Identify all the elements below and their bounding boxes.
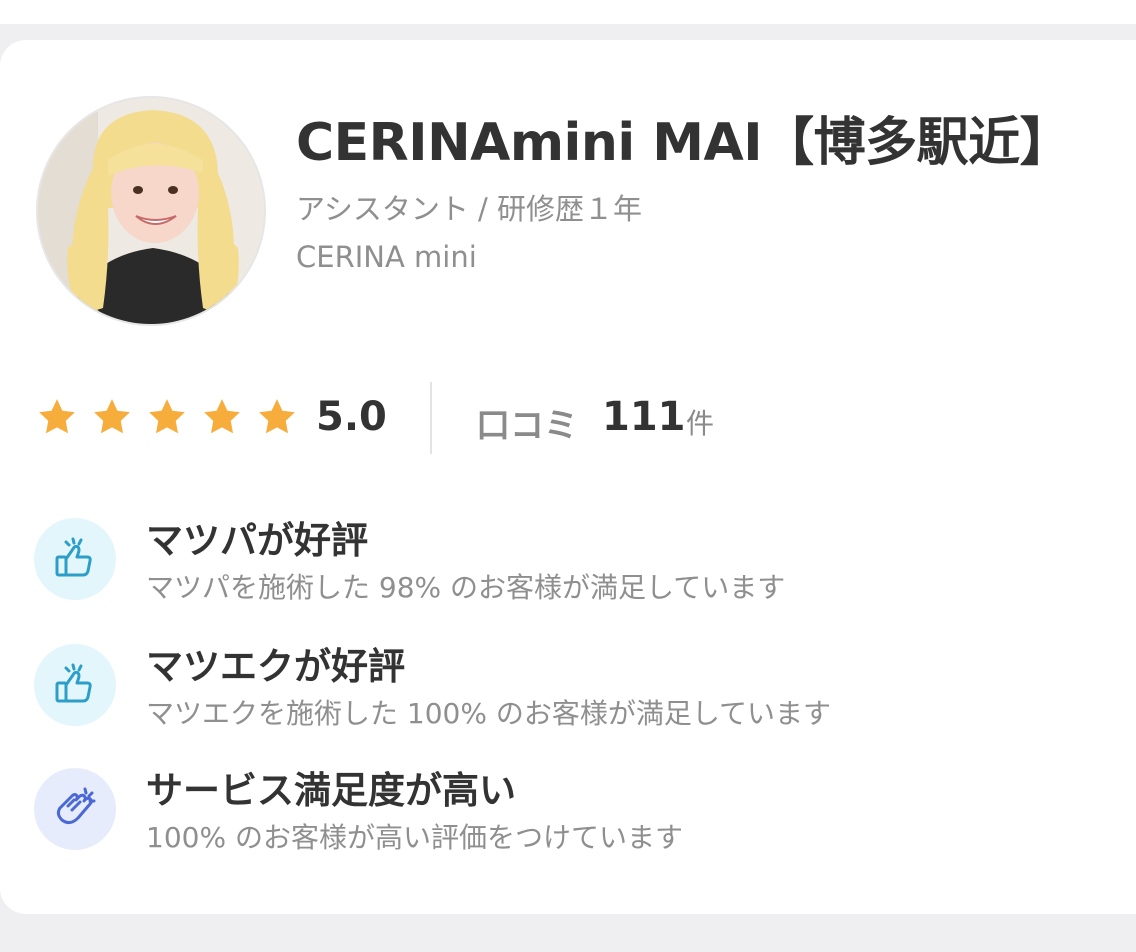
feature-description: マツパを施術した 98% のお客様が満足しています	[146, 571, 786, 604]
feature-description: 100% のお客様が高い評価をつけています	[146, 821, 683, 854]
staff-card[interactable]: CERINAmini MAI【博多駅近】 アシスタント / 研修歴１年 CERI…	[0, 40, 1136, 914]
rating-value: 5.0	[316, 394, 387, 440]
star-icon	[204, 399, 240, 434]
star-icon	[149, 399, 185, 434]
review-label[interactable]: 口コミ	[476, 398, 578, 447]
star-icon	[94, 399, 130, 434]
star-icon	[39, 399, 75, 434]
feature-description: マツエクを施術した 100% のお客様が満足しています	[146, 697, 832, 730]
avatar-photo	[38, 98, 264, 324]
feature-title: マツパが好評	[146, 519, 368, 562]
staff-avatar	[36, 96, 266, 326]
rating-stars	[36, 396, 298, 438]
clapping-hands-icon	[34, 768, 116, 850]
feature-title: サービス満足度が高い	[146, 769, 516, 812]
salon-name: CERINA mini	[296, 240, 477, 274]
staff-role: アシスタント / 研修歴１年	[296, 192, 643, 226]
review-unit: 件	[686, 407, 715, 440]
thumbs-up-icon	[34, 644, 116, 726]
review-count[interactable]: 111	[602, 394, 686, 440]
staff-name: CERINAmini MAI【博多駅近】	[296, 113, 1072, 173]
thumbs-up-icon	[34, 518, 116, 600]
divider	[430, 382, 432, 454]
star-icon	[259, 399, 295, 434]
top-bar	[0, 0, 1136, 24]
feature-title: マツエクが好評	[146, 645, 405, 688]
